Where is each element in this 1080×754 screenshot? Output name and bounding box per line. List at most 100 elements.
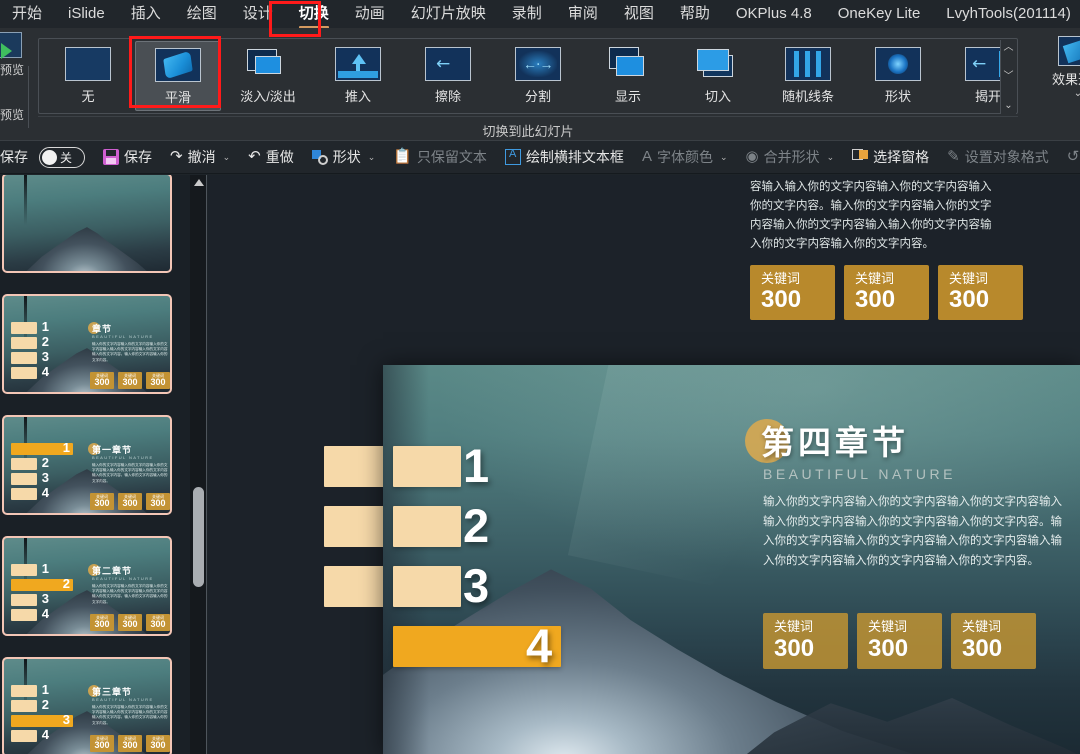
qat-keep-text-only-button[interactable]: 📋 只保留文本 xyxy=(384,144,496,170)
menu-item-3[interactable]: 绘图 xyxy=(174,0,230,28)
slide-bar-3[interactable] xyxy=(393,566,461,607)
bar-number: 1 xyxy=(41,682,49,697)
slide-canvas[interactable]: 容输入输入你的文字内容输入你的文字内容输入你的文字内容。输入你的文字内容输入你的… xyxy=(208,175,1080,754)
toggle-switch[interactable]: 关 xyxy=(39,146,85,168)
slide-title[interactable]: 第四章节 xyxy=(761,423,909,463)
transition-tile-uncover[interactable]: ← 揭开 xyxy=(945,41,1031,111)
scroll-up-arrow-icon[interactable] xyxy=(194,179,204,186)
thumb-keyword-card: 关键词 300 xyxy=(118,493,142,510)
slide-body-text[interactable]: 输入你的文字内容输入你的文字内容输入你的文字内容输入输入你的文字内容输入你的文字… xyxy=(763,493,1063,571)
chevron-down-icon[interactable]: ⌄ xyxy=(827,152,835,163)
slide-thumbnail-pane[interactable]: 1 2 3 4 章节 BEAUTIFUL NATURE 输入你的文字内容输入你的… xyxy=(0,175,190,754)
thumb-keyword-card: 关键词 300 xyxy=(146,372,170,389)
qat-font-color-button[interactable]: A 字体颜色 ⌄ xyxy=(633,144,737,170)
slide-bar-2[interactable] xyxy=(393,506,461,547)
transition-tile-cut[interactable]: 切入 xyxy=(675,41,761,111)
thumb-bars: 1 2 3 4 xyxy=(11,320,49,382)
transition-tile-random-bars[interactable]: 随机线条 xyxy=(765,41,851,111)
menu-item-11[interactable]: 帮助 xyxy=(667,0,723,28)
thumb-keyword-card: 关键词 300 xyxy=(146,493,170,510)
thumbnail-slide-2[interactable]: 1 2 3 4 章节 BEAUTIFUL NATURE 输入你的文字内容输入你的… xyxy=(2,294,172,394)
chevron-down-icon[interactable]: ⌄ xyxy=(368,152,376,163)
thumbnail-scrollbar[interactable] xyxy=(190,175,207,754)
effect-options-label: 效果选项 xyxy=(1051,72,1080,87)
cut-icon xyxy=(695,47,741,81)
transition-label-uncover: 揭开 xyxy=(974,89,1001,104)
qat-format-object-button[interactable]: ✎ 设置对象格式 xyxy=(938,144,1058,170)
transition-tile-split[interactable]: ←⋅→ 分割 xyxy=(495,41,581,111)
qat-textbox-button[interactable]: 绘制横排文本框 xyxy=(496,144,633,170)
selection-pane-icon xyxy=(852,149,869,165)
chevron-down-icon[interactable]: ⌄ xyxy=(223,152,231,163)
qat-save-label: 保存 xyxy=(124,149,152,165)
quick-access-toolbar: 保存 关 保存 ↷ 撤消 ⌄ ↶ 重做 形状 ⌄ 📋 只保留文本 绘制横排文本框… xyxy=(0,140,1080,174)
slide-bar-number-1: 1 xyxy=(463,439,490,492)
keyword-card: 关键词 300 xyxy=(938,265,1023,320)
qat-rotate-button[interactable]: ↺ 旋转 ⌄ xyxy=(1058,144,1080,170)
qat-redo-button[interactable]: ↶ 重做 xyxy=(239,144,303,170)
thumbnail-slide-3[interactable]: 1 2 3 4 第一章节 BEAUTIFUL NATURE 输入你的文字内容输入… xyxy=(2,415,172,515)
qat-save-button[interactable]: 保存 xyxy=(94,144,161,170)
menu-item-7[interactable]: 幻灯片放映 xyxy=(398,0,499,28)
gallery-more-icon[interactable]: ⌄ xyxy=(1004,100,1012,112)
menu-item-1[interactable]: iSlide xyxy=(55,0,118,28)
transition-tile-morph[interactable]: 平滑 xyxy=(135,41,221,111)
qat-merge-shapes-button[interactable]: ◉ 合并形状 ⌄ xyxy=(737,144,844,170)
transition-tile-none[interactable]: 无 xyxy=(45,41,131,111)
current-slide[interactable]: 1 2 3 4 第四章节 BEAUTIFUL NATURE 输入你的文字内容输入… xyxy=(383,365,1080,754)
thumb-keywords: 关键词 300 关键词 300 关键词 300 xyxy=(90,372,170,389)
keyword-card[interactable]: 关键词 300 xyxy=(857,613,942,669)
bar-number: 2 xyxy=(62,576,70,591)
transition-tile-fade[interactable]: 淡入/淡出 xyxy=(225,41,311,111)
keyword-label: 关键词 xyxy=(949,271,989,286)
qat-autosave-toggle[interactable]: 关 xyxy=(37,144,94,171)
qat-undo-button[interactable]: ↷ 撤消 ⌄ xyxy=(161,144,239,170)
gallery-scroll-down-icon[interactable]: ﹀ xyxy=(1004,71,1014,83)
transition-tile-reveal[interactable]: 显示 xyxy=(585,41,671,111)
keyword-value: 300 xyxy=(94,619,110,629)
gallery-scroll-up-icon[interactable]: ︿ xyxy=(1004,42,1014,54)
transition-label-random-bars: 随机线条 xyxy=(781,89,834,104)
qat-shape-label: 形状 xyxy=(332,149,361,165)
transition-tile-wipe[interactable]: ← 擦除 xyxy=(405,41,491,111)
gallery-scroll-controls[interactable]: ︿ ﹀ ⌄ xyxy=(1000,40,1016,114)
menu-item-9[interactable]: 审阅 xyxy=(555,0,611,28)
menu-item-okplus[interactable]: OKPlus 4.8 xyxy=(723,0,825,28)
transition-tile-shape[interactable]: 形状 xyxy=(855,41,941,111)
thumb-body: 输入你的文字内容输入你的文字内容输入你的文字内容输入输入你的文字内容输入你的文字… xyxy=(92,342,168,362)
qat-autosave-label: 保存 xyxy=(0,144,37,170)
fade-icon xyxy=(245,47,291,81)
thumbnail-slide-4[interactable]: 1 2 3 4 第二章节 BEAUTIFUL NATURE 输入你的文字内容输入… xyxy=(2,536,172,636)
qat-format-object-label: 设置对象格式 xyxy=(964,149,1049,165)
menu-item-lvyhtools[interactable]: LvyhTools(201114) xyxy=(933,0,1080,28)
thumbnail-slide-5[interactable]: 1 2 3 4 第三章节 BEAUTIFUL NATURE 输入你的文字内容输入… xyxy=(2,657,172,754)
ribbon-divider xyxy=(28,66,29,128)
effect-options-button[interactable]: 效果选项 ⌄ xyxy=(1048,36,1080,99)
keyword-card[interactable]: 关键词 300 xyxy=(951,613,1036,669)
preview-group[interactable]: 预览 预览 xyxy=(0,28,26,140)
thumb-subtitle: BEAUTIFUL NATURE xyxy=(92,576,154,581)
thumb-subtitle: BEAUTIFUL NATURE xyxy=(92,697,154,702)
chevron-down-icon[interactable]: ⌄ xyxy=(1048,88,1080,99)
menu-item-10[interactable]: 视图 xyxy=(611,0,667,28)
slide-bar-1[interactable] xyxy=(393,446,461,487)
transition-tile-push[interactable]: 推入 xyxy=(315,41,401,111)
menu-item-8[interactable]: 录制 xyxy=(499,0,555,28)
thumbnail-slide-1[interactable] xyxy=(2,175,172,273)
chevron-down-icon[interactable]: ⌄ xyxy=(720,152,728,163)
transition-label-push: 推入 xyxy=(344,89,371,104)
keyword-card[interactable]: 关键词 300 xyxy=(763,613,848,669)
qat-keep-text-only-label: 只保留文本 xyxy=(416,149,487,165)
qat-font-color-label: 字体颜色 xyxy=(656,149,713,165)
menu-item-transitions[interactable]: 切换 xyxy=(286,0,342,29)
qat-selection-pane-button[interactable]: 选择窗格 xyxy=(843,144,938,170)
menu-item-onekey-lite[interactable]: OneKey Lite xyxy=(825,0,934,28)
menu-item-0[interactable]: 开始 xyxy=(6,0,55,28)
slide-subtitle[interactable]: BEAUTIFUL NATURE xyxy=(763,466,956,482)
menu-item-2[interactable]: 插入 xyxy=(118,0,174,28)
menu-item-4[interactable]: 设计 xyxy=(230,0,286,28)
menu-item-6[interactable]: 动画 xyxy=(342,0,398,28)
qat-shape-button[interactable]: 形状 ⌄ xyxy=(303,144,385,170)
scrollbar-thumb[interactable] xyxy=(193,487,204,587)
thumb-body: 输入你的文字内容输入你的文字内容输入你的文字内容输入输入你的文字内容输入你的文字… xyxy=(92,705,168,725)
